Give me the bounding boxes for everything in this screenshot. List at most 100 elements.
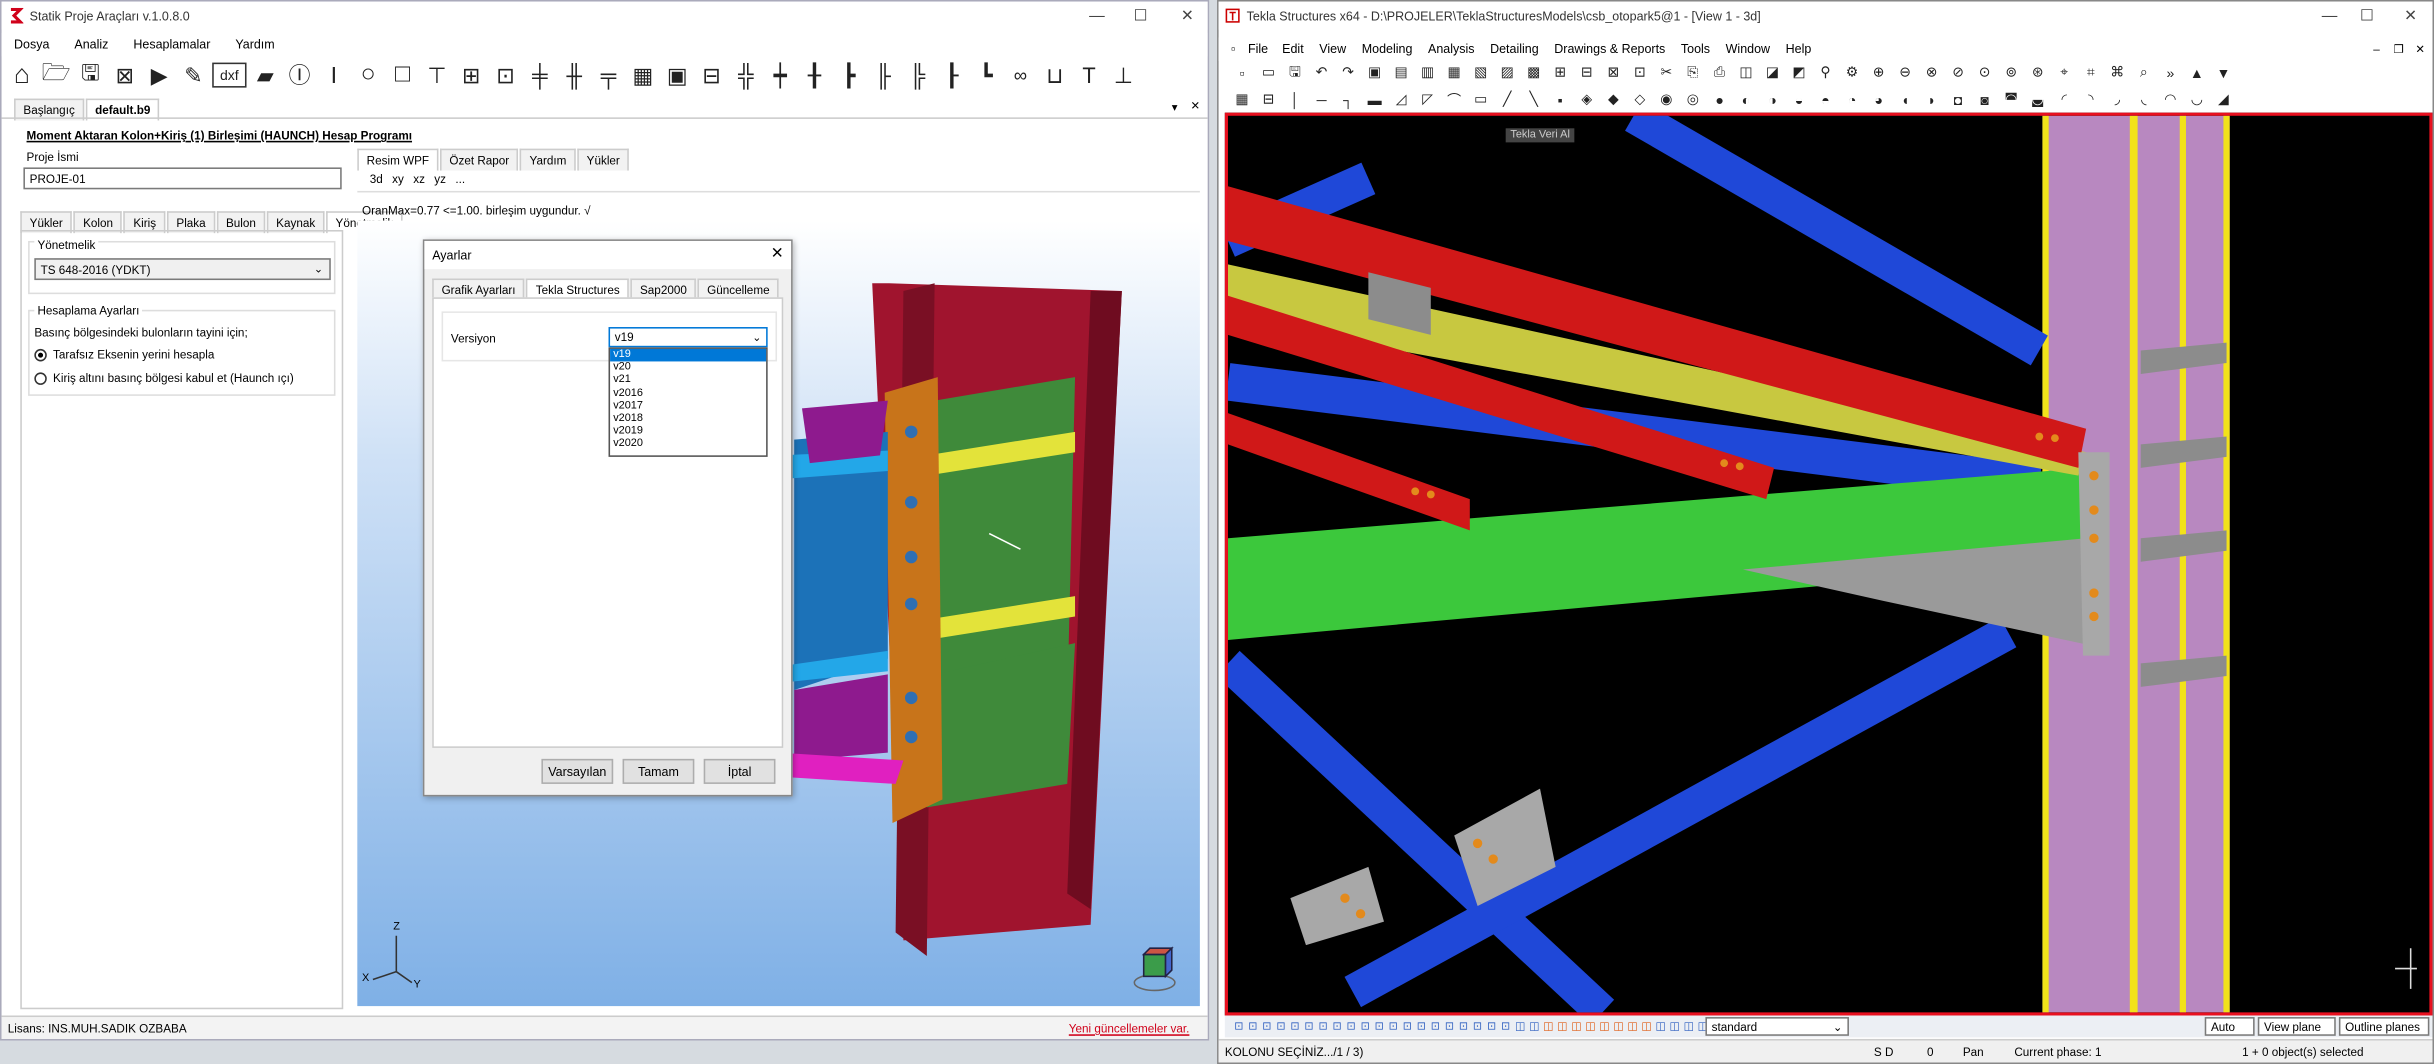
radio-tarafsiz[interactable] bbox=[34, 348, 47, 362]
minimize-button[interactable]: — bbox=[1075, 2, 1119, 30]
tekla-tool-b-icon-38[interactable]: ◢ bbox=[2213, 91, 2235, 108]
view-3d-button[interactable]: 3d bbox=[370, 172, 383, 186]
snap-tool-icon-8[interactable]: ⊡ bbox=[1332, 1020, 1343, 1033]
radio-tarafsiz-label[interactable]: Tarafsız Eksenin yerini hesapla bbox=[53, 347, 214, 361]
version-option-v2019[interactable]: v2019 bbox=[610, 426, 766, 439]
snap-tool-icon-33[interactable]: ◫ bbox=[1684, 1020, 1695, 1033]
tekla-tool-b-icon-13[interactable]: ▪ bbox=[1549, 92, 1571, 108]
tekla-menu-detailing[interactable]: Detailing bbox=[1482, 42, 1546, 56]
snap-tool-icon-7[interactable]: ⊡ bbox=[1318, 1020, 1329, 1033]
tekla-tool-a-icon-27[interactable]: ⊗ bbox=[1921, 64, 1943, 81]
tekla-tool-b-icon-32[interactable]: ◜ bbox=[2053, 91, 2075, 108]
close-file-icon[interactable]: ⊠ bbox=[109, 62, 140, 89]
tekla-tool-b-icon-2[interactable]: ⊟ bbox=[1258, 91, 1280, 108]
snap-tool-icon-32[interactable]: ◫ bbox=[1670, 1020, 1681, 1033]
menu-yardim[interactable]: Yardım bbox=[223, 38, 287, 52]
view-xz-button[interactable]: xz bbox=[413, 172, 425, 186]
tekla-tool-a-icon-11[interactable]: ▨ bbox=[1496, 64, 1518, 81]
tekla-tool-a-icon-29[interactable]: ⊙ bbox=[1974, 64, 1996, 81]
edit-icon[interactable]: ✎ bbox=[178, 62, 209, 89]
view-more-button[interactable]: ... bbox=[455, 172, 465, 186]
run-icon[interactable]: ▶ bbox=[144, 62, 175, 89]
tekla-tool-a-icon-23[interactable]: ⚲ bbox=[1815, 64, 1837, 81]
tekla-tool-a-icon-37[interactable]: ▲ bbox=[2186, 65, 2208, 81]
version-option-v2017[interactable]: v2017 bbox=[610, 400, 766, 413]
tekla-tool-b-icon-26[interactable]: ◖ bbox=[1894, 92, 1916, 108]
tekla-menu-tools[interactable]: Tools bbox=[1673, 42, 1718, 56]
channel-icon[interactable]: ⊔ bbox=[1039, 62, 1070, 89]
version-option-v2018[interactable]: v2018 bbox=[610, 413, 766, 426]
tekla-tool-b-icon-5[interactable]: ┐ bbox=[1337, 92, 1359, 108]
snap-tool-icon-16[interactable]: ⊡ bbox=[1445, 1020, 1456, 1033]
tekla-tool-a-icon-31[interactable]: ⊛ bbox=[2027, 64, 2049, 81]
snap-tool-icon-12[interactable]: ⊡ bbox=[1389, 1020, 1400, 1033]
tekla-tool-a-icon-20[interactable]: ◫ bbox=[1735, 64, 1757, 81]
home-icon[interactable]: ⌂ bbox=[6, 59, 37, 90]
radio-kiris-label[interactable]: Kiriş altını basınç bölgesi kabul et (Ha… bbox=[53, 371, 294, 385]
tekla-tool-b-icon-4[interactable]: ─ bbox=[1311, 92, 1333, 108]
snap-tool-icon-24[interactable]: ◫ bbox=[1557, 1020, 1568, 1033]
snap-tool-icon-11[interactable]: ⊡ bbox=[1375, 1020, 1386, 1033]
snap-tool-icon-27[interactable]: ◫ bbox=[1599, 1020, 1610, 1033]
snap-tool-icon-15[interactable]: ⊡ bbox=[1431, 1020, 1442, 1033]
tekla-tool-a-icon-22[interactable]: ◩ bbox=[1788, 64, 1810, 81]
view-xy-button[interactable]: xy bbox=[392, 172, 404, 186]
tekla-tool-b-icon-14[interactable]: ◈ bbox=[1576, 91, 1598, 108]
tekla-menu-drawings-reports[interactable]: Drawings & Reports bbox=[1546, 42, 1673, 56]
tekla-tool-b-icon-17[interactable]: ◉ bbox=[1655, 91, 1677, 108]
version-select[interactable]: v19 ⌄ bbox=[608, 327, 768, 348]
connection-10-icon[interactable]: ╂ bbox=[799, 62, 830, 89]
tekla-tool-b-icon-31[interactable]: ◛ bbox=[2027, 91, 2049, 108]
tekla-close-button[interactable]: ✕ bbox=[2389, 2, 2433, 30]
snap-tool-icon-6[interactable]: ⊡ bbox=[1304, 1020, 1315, 1033]
mdi-restore-icon[interactable]: ❐ bbox=[2394, 42, 2405, 56]
tekla-maximize-button[interactable]: ☐ bbox=[2345, 2, 2389, 30]
tekla-tool-a-icon-12[interactable]: ▩ bbox=[1523, 64, 1545, 81]
tekla-tool-a-icon-6[interactable]: ▣ bbox=[1364, 64, 1386, 81]
tekla-tool-a-icon-14[interactable]: ⊟ bbox=[1576, 64, 1598, 81]
yonetmelik-select[interactable]: TS 648-2016 (YDKT) ⌄ bbox=[34, 258, 331, 281]
tekla-tool-b-icon-28[interactable]: ◘ bbox=[1947, 92, 1969, 108]
tekla-tool-a-icon-21[interactable]: ◪ bbox=[1762, 64, 1784, 81]
tekla-menu-analysis[interactable]: Analysis bbox=[1420, 42, 1482, 56]
tekla-tool-a-icon-8[interactable]: ▥ bbox=[1417, 64, 1439, 81]
connection-4-icon[interactable]: ╤ bbox=[593, 63, 624, 88]
snap-tool-icon-26[interactable]: ◫ bbox=[1585, 1020, 1596, 1033]
open-folder-icon[interactable]: 🗁 bbox=[41, 56, 72, 95]
tekla-tool-a-icon-32[interactable]: ⌖ bbox=[2053, 64, 2075, 81]
menu-hesaplamalar[interactable]: Hesaplamalar bbox=[121, 38, 223, 52]
tee-icon[interactable]: T bbox=[1073, 63, 1104, 88]
square-icon[interactable]: □ bbox=[387, 61, 418, 89]
snap-combo[interactable]: standard ⌄ bbox=[1705, 1017, 1849, 1036]
snap-tool-icon-18[interactable]: ⊡ bbox=[1473, 1020, 1484, 1033]
version-option-v20[interactable]: v20 bbox=[610, 362, 766, 375]
radio-kiris[interactable] bbox=[34, 372, 47, 385]
tekla-tool-b-icon-9[interactable]: ⌒ bbox=[1443, 89, 1465, 109]
tekla-menu-modeling[interactable]: Modeling bbox=[1354, 42, 1420, 56]
snap-tool-icon-29[interactable]: ◫ bbox=[1627, 1020, 1638, 1033]
tekla-tool-b-icon-22[interactable]: ◒ bbox=[1788, 92, 1810, 108]
tekla-tool-a-icon-10[interactable]: ▧ bbox=[1470, 64, 1492, 81]
tekla-menu-help[interactable]: Help bbox=[1778, 42, 1819, 56]
iptal-button[interactable]: İptal bbox=[703, 758, 776, 784]
plate-icon[interactable]: ▰ bbox=[250, 62, 281, 89]
tekla-tool-a-icon-1[interactable]: ▫ bbox=[1231, 65, 1253, 81]
tekla-tool-a-icon-9[interactable]: ▦ bbox=[1443, 64, 1465, 81]
tekla-tool-a-icon-5[interactable]: ↷ bbox=[1337, 64, 1359, 81]
tekla-tool-b-icon-29[interactable]: ◙ bbox=[1974, 92, 1996, 108]
tekla-tool-a-icon-16[interactable]: ⊡ bbox=[1629, 64, 1651, 81]
connection-13-icon[interactable]: ╠ bbox=[902, 63, 933, 88]
tekla-tool-a-icon-19[interactable]: ⎙ bbox=[1709, 64, 1731, 81]
snap-tool-icon-28[interactable]: ◫ bbox=[1613, 1020, 1624, 1033]
snap-tool-icon-31[interactable]: ◫ bbox=[1655, 1020, 1666, 1033]
mdi-minimize-icon[interactable]: – bbox=[2373, 42, 2380, 56]
ibeam-box-icon[interactable]: Ⅰ bbox=[318, 62, 349, 89]
tekla-tool-a-icon-36[interactable]: » bbox=[2159, 65, 2181, 81]
tekla-tool-a-icon-33[interactable]: ⌗ bbox=[2080, 64, 2102, 81]
mdi-close-icon[interactable]: ✕ bbox=[2415, 42, 2425, 56]
tekla-tool-b-icon-25[interactable]: ◕ bbox=[1868, 92, 1890, 108]
snap-tool-icon-2[interactable]: ⊡ bbox=[1248, 1020, 1259, 1033]
tekla-tool-a-icon-28[interactable]: ⊘ bbox=[1947, 64, 1969, 81]
bolt-group-icon[interactable]: ∞ bbox=[1005, 64, 1036, 86]
tekla-tool-b-icon-19[interactable]: ● bbox=[1709, 92, 1731, 108]
